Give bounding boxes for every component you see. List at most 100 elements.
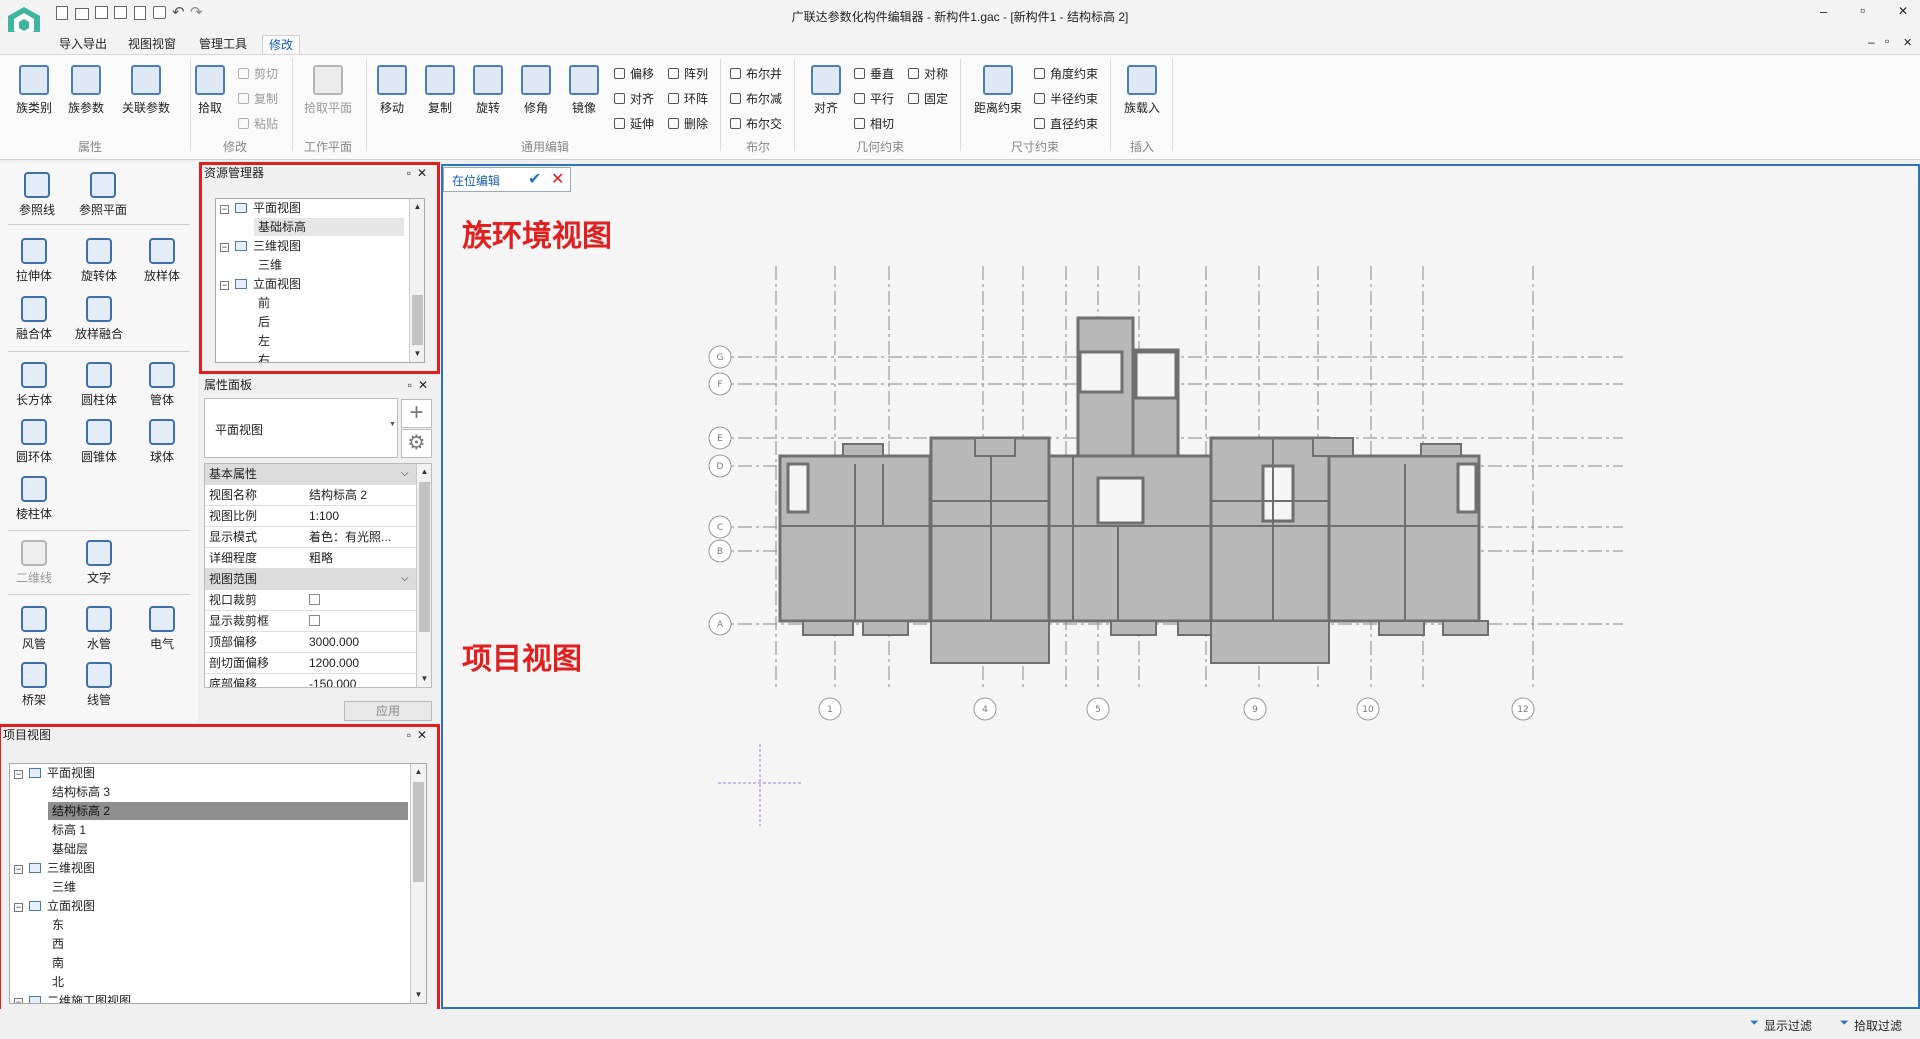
pick-plane-button[interactable]: 拾取平面 bbox=[298, 59, 358, 121]
panel-buttons[interactable]: ▫✕ bbox=[408, 377, 434, 394]
tree-node[interactable]: − 二维施工图视图 bbox=[14, 992, 131, 1003]
collapse-icon[interactable]: − bbox=[220, 243, 229, 252]
tool-torus[interactable]: 圆环体 bbox=[3, 411, 65, 469]
tree-node[interactable]: − 平面视图 bbox=[220, 199, 301, 217]
scroll-down-icon[interactable]: ▼ bbox=[417, 671, 431, 687]
tool-extrusion[interactable]: 拉伸体 bbox=[3, 230, 65, 288]
tool-water-pipe[interactable]: 水管 bbox=[68, 598, 130, 656]
dropdown-arrow-icon[interactable]: ▼ bbox=[389, 421, 396, 428]
properties-scrollbar[interactable]: ▲ ▼ bbox=[416, 464, 431, 687]
scroll-up-icon[interactable]: ▲ bbox=[417, 464, 431, 480]
tool-sphere[interactable]: 球体 bbox=[131, 411, 193, 469]
tree-node[interactable]: 标高 1 bbox=[52, 821, 86, 839]
load-family-button[interactable]: 族载入 bbox=[1116, 59, 1168, 121]
prop-row[interactable]: 显示裁剪框 bbox=[205, 611, 416, 632]
tree-node[interactable]: 结构标高 3 bbox=[52, 783, 110, 801]
tool-blend[interactable]: 融合体 bbox=[3, 288, 65, 346]
tree-node[interactable]: 东 bbox=[52, 916, 64, 934]
tree-node[interactable]: − 三维视图 bbox=[220, 237, 301, 255]
tree-node[interactable]: 左 bbox=[258, 332, 270, 350]
tree-node[interactable]: 三维 bbox=[258, 256, 282, 274]
tool-2d-line[interactable]: 二维线 bbox=[3, 532, 65, 590]
tool-text[interactable]: 文字 bbox=[68, 532, 130, 590]
tree-node[interactable]: 北 bbox=[52, 973, 64, 991]
cancel-x-icon[interactable]: ✕ bbox=[551, 169, 564, 189]
inner-restore-button[interactable]: ▫ bbox=[1885, 34, 1889, 48]
tab-import-export[interactable]: 导入导出 bbox=[53, 35, 113, 54]
pick-filter-button[interactable]: 拾取过滤 bbox=[1854, 1017, 1902, 1034]
tool-conduit[interactable]: 线管 bbox=[68, 654, 130, 712]
delete-button[interactable]: 删除 bbox=[668, 115, 708, 133]
section-basic-properties[interactable]: 基本属性 ⌵ bbox=[205, 464, 416, 485]
collapse-icon[interactable]: − bbox=[220, 205, 229, 214]
extend-button[interactable]: 延伸 bbox=[614, 115, 654, 133]
mirror-button[interactable]: 镜像 bbox=[558, 59, 610, 121]
copy-button[interactable]: 复制 bbox=[414, 59, 466, 121]
tree-node-selected[interactable]: 结构标高 2 bbox=[48, 802, 408, 820]
tool-prism[interactable]: 棱柱体 bbox=[3, 468, 65, 526]
crop-view-checkbox[interactable] bbox=[309, 594, 320, 605]
tool-cylinder[interactable]: 圆柱体 bbox=[68, 354, 130, 412]
boolean-subtract-button[interactable]: 布尔减 bbox=[730, 90, 782, 108]
maximize-button[interactable]: ▫ bbox=[1860, 2, 1865, 18]
angle-constraint-button[interactable]: 角度约束 bbox=[1034, 65, 1098, 83]
settings-gear-icon[interactable]: ⚙ bbox=[401, 429, 432, 458]
tree-node[interactable]: 基础层 bbox=[52, 840, 88, 858]
tree-node[interactable]: − 三维视图 bbox=[14, 859, 95, 877]
tool-reference-line[interactable]: 参照线 bbox=[6, 164, 68, 222]
collapse-icon[interactable]: − bbox=[220, 281, 229, 290]
scroll-down-icon[interactable]: ▼ bbox=[411, 987, 426, 1003]
inner-minimize-button[interactable]: – bbox=[1868, 35, 1875, 49]
tool-duct[interactable]: 风管 bbox=[3, 598, 65, 656]
panel-buttons[interactable]: ▫✕ bbox=[407, 727, 433, 744]
panel-buttons[interactable]: ▫✕ bbox=[407, 165, 433, 182]
align-constraint-button[interactable]: 对齐 bbox=[800, 59, 852, 121]
prop-row[interactable]: 显示模式 着色：有光照... bbox=[205, 527, 416, 548]
chevron-up-icon[interactable]: ⌵ bbox=[401, 464, 409, 484]
tree-node[interactable]: − 平面视图 bbox=[14, 764, 95, 782]
tool-box[interactable]: 长方体 bbox=[3, 354, 65, 412]
close-button[interactable]: ✕ bbox=[1898, 4, 1908, 18]
tree-node[interactable]: 西 bbox=[52, 935, 64, 953]
scroll-thumb[interactable] bbox=[419, 482, 430, 632]
tool-cable-tray[interactable]: 桥架 bbox=[3, 654, 65, 712]
collapse-icon[interactable]: − bbox=[14, 998, 23, 1003]
add-type-button[interactable]: + bbox=[401, 399, 432, 428]
linked-parameters-button[interactable]: 关联参数 bbox=[116, 59, 176, 121]
fix-button[interactable]: 固定 bbox=[908, 90, 948, 108]
prop-row[interactable]: 剖切面偏移 1200.000 bbox=[205, 653, 416, 674]
tool-sweep[interactable]: 放样体 bbox=[131, 230, 193, 288]
minimize-button[interactable]: – bbox=[1820, 4, 1827, 19]
symmetric-button[interactable]: 对称 bbox=[908, 65, 948, 83]
paste-button[interactable]: 粘贴 bbox=[238, 115, 278, 133]
scroll-up-icon[interactable]: ▲ bbox=[410, 199, 424, 215]
prop-row[interactable]: 顶部偏移 3000.000 bbox=[205, 632, 416, 653]
tree-node[interactable]: − 立面视图 bbox=[220, 275, 301, 293]
collapse-icon[interactable]: − bbox=[14, 770, 23, 779]
apply-button[interactable]: 应用 bbox=[344, 701, 432, 721]
chevron-up-icon[interactable]: ⌵ bbox=[401, 569, 409, 589]
pick-button[interactable]: 拾取 bbox=[184, 59, 236, 121]
prop-row[interactable]: 视口裁剪 bbox=[205, 590, 416, 611]
perpendicular-button[interactable]: 垂直 bbox=[854, 65, 894, 83]
move-button[interactable]: 移动 bbox=[366, 59, 418, 121]
tool-cone[interactable]: 圆锥体 bbox=[68, 411, 130, 469]
show-filter-button[interactable]: 显示过滤 bbox=[1764, 1017, 1812, 1034]
radius-constraint-button[interactable]: 半径约束 bbox=[1034, 90, 1098, 108]
tool-revolve[interactable]: 旋转体 bbox=[68, 230, 130, 288]
tree-scrollbar[interactable]: ▲ ▼ bbox=[409, 199, 424, 362]
tool-pipe[interactable]: 管体 bbox=[131, 354, 193, 412]
diameter-constraint-button[interactable]: 直径约束 bbox=[1034, 115, 1098, 133]
tree-node[interactable]: 三维 bbox=[52, 878, 76, 896]
family-category-button[interactable]: 族类别 bbox=[8, 59, 60, 121]
prop-row[interactable]: 视图比例 1:100 bbox=[205, 506, 416, 527]
tree-node[interactable]: 右 bbox=[258, 351, 270, 362]
tab-management-tools[interactable]: 管理工具 bbox=[193, 35, 253, 54]
tree-scrollbar[interactable]: ▲ ▼ bbox=[410, 764, 426, 1003]
tab-view-window[interactable]: 视图视窗 bbox=[122, 35, 182, 54]
align-button[interactable]: 对齐 bbox=[614, 90, 654, 108]
tree-node[interactable]: 前 bbox=[258, 294, 270, 312]
tab-modify[interactable]: 修改 bbox=[262, 35, 301, 54]
collapse-icon[interactable]: − bbox=[14, 865, 23, 874]
family-parameters-button[interactable]: 族参数 bbox=[60, 59, 112, 121]
